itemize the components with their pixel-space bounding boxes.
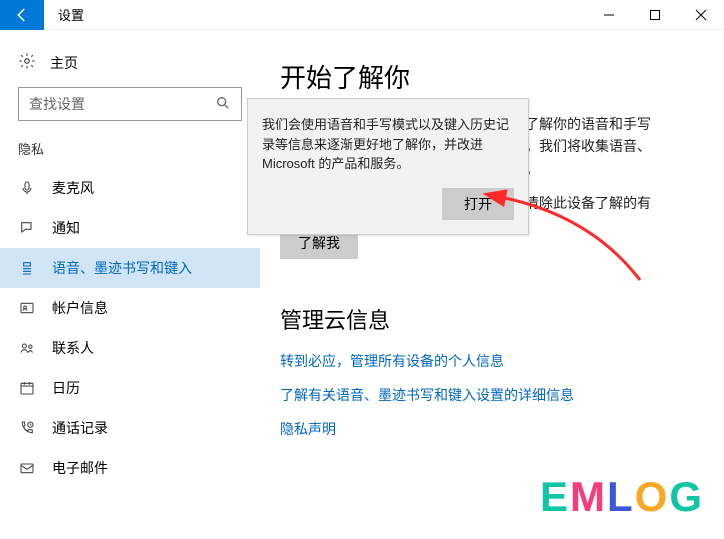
sidebar: 主页 查找设置 隐私 麦克风 通知 语音、墨迹书写和键入 帐户信息 联系人 — [0, 30, 260, 539]
sidebar-item-notifications[interactable]: 通知 — [0, 208, 260, 248]
window-title: 设置 — [58, 5, 84, 24]
speech-icon — [18, 260, 36, 276]
contacts-icon — [18, 340, 36, 356]
account-icon — [18, 300, 36, 316]
tooltip-text: 我们会使用语音和手写模式以及键入历史记录等信息来逐渐更好地了解你，并改进 Mic… — [262, 115, 514, 174]
cloud-heading: 管理云信息 — [280, 303, 684, 335]
close-button[interactable] — [678, 0, 724, 30]
microphone-icon — [18, 180, 36, 196]
sidebar-item-email[interactable]: 电子邮件 — [0, 448, 260, 488]
sidebar-item-callhistory[interactable]: 通话记录 — [0, 408, 260, 448]
maximize-button[interactable] — [632, 0, 678, 30]
titlebar: 设置 — [0, 0, 724, 30]
sidebar-item-label: 通知 — [52, 218, 80, 238]
search-icon — [215, 95, 231, 114]
link-bing[interactable]: 转到必应，管理所有设备的个人信息 — [280, 351, 684, 371]
link-privacy[interactable]: 隐私声明 — [280, 419, 684, 439]
sidebar-item-label: 电子邮件 — [52, 458, 108, 478]
mail-icon — [18, 460, 36, 476]
home-link[interactable]: 主页 — [0, 46, 260, 87]
page-heading: 开始了解你 — [280, 58, 684, 95]
sidebar-item-label: 通话记录 — [52, 418, 108, 438]
window-controls — [586, 0, 724, 30]
notification-icon — [18, 220, 36, 236]
link-learn-more[interactable]: 了解有关语音、墨迹书写和键入设置的详细信息 — [280, 385, 684, 405]
group-privacy: 隐私 — [0, 139, 260, 168]
sidebar-item-label: 日历 — [52, 378, 80, 398]
callhistory-icon — [18, 420, 36, 436]
sidebar-item-calendar[interactable]: 日历 — [0, 368, 260, 408]
gear-icon — [18, 52, 36, 73]
sidebar-item-speech[interactable]: 语音、墨迹书写和键入 — [0, 248, 260, 288]
home-label: 主页 — [50, 53, 78, 73]
watermark: EMLOG — [540, 473, 704, 521]
tooltip-popup: 我们会使用语音和手写模式以及键入历史记录等信息来逐渐更好地了解你，并改进 Mic… — [247, 98, 529, 235]
sidebar-item-label: 联系人 — [52, 338, 94, 358]
calendar-icon — [18, 380, 36, 396]
sidebar-item-label: 语音、墨迹书写和键入 — [52, 258, 192, 278]
minimize-button[interactable] — [586, 0, 632, 30]
search-placeholder: 查找设置 — [29, 94, 85, 114]
sidebar-item-label: 麦克风 — [52, 178, 94, 198]
tooltip-open-button[interactable]: 打开 — [442, 188, 514, 220]
back-button[interactable] — [0, 0, 44, 30]
sidebar-item-microphone[interactable]: 麦克风 — [0, 168, 260, 208]
sidebar-item-label: 帐户信息 — [52, 298, 108, 318]
search-input[interactable]: 查找设置 — [18, 87, 242, 121]
sidebar-item-account[interactable]: 帐户信息 — [0, 288, 260, 328]
sidebar-item-contacts[interactable]: 联系人 — [0, 328, 260, 368]
